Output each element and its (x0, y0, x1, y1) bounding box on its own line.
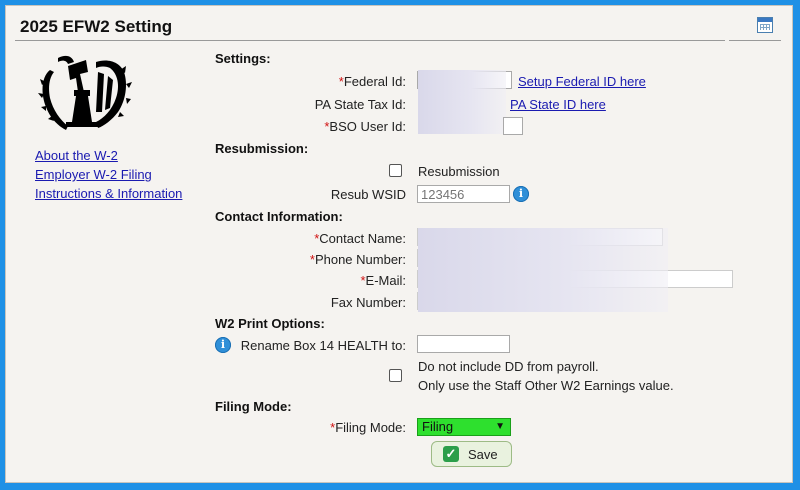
employer-w2-filing-link[interactable]: Employer W-2 Filing (35, 167, 152, 182)
contact-name-label: *Contact Name: (314, 231, 406, 246)
filing-mode-heading: Filing Mode: (215, 399, 292, 414)
resubmission-checkbox-label: Resubmission (418, 164, 500, 179)
page-title: 2025 EFW2 Setting (20, 17, 173, 36)
info-icon[interactable]: i (215, 337, 231, 353)
contact-information-heading: Contact Information: (215, 209, 343, 224)
about-w2-link[interactable]: About the W-2 (35, 148, 118, 163)
dd-exclude-line2: Only use the Staff Other W2 Earnings val… (418, 378, 674, 393)
info-icon[interactable]: i (513, 186, 529, 202)
email-label-text: E-Mail: (365, 273, 406, 288)
filing-mode-label: *Filing Mode: (330, 420, 406, 435)
filing-mode-label-text: Filing Mode: (335, 420, 406, 435)
w2-print-options-heading: W2 Print Options: (215, 316, 325, 331)
bso-user-id-label: *BSO User Id: (324, 119, 406, 134)
instructions-information-link[interactable]: Instructions & Information (35, 186, 182, 201)
checkmark-icon: ✓ (443, 446, 459, 462)
title-divider (15, 40, 725, 41)
resub-wsid-input[interactable] (417, 185, 510, 203)
rename-box14-input[interactable] (417, 335, 510, 353)
pa-state-tax-id-label: PA State Tax Id: (314, 97, 406, 112)
resub-wsid-label: Resub WSID (330, 187, 406, 202)
federal-id-label: *Federal Id: (339, 74, 406, 89)
phone-number-label-text: Phone Number: (314, 252, 406, 267)
irs-eagle-logo-icon (38, 55, 132, 130)
save-button[interactable]: ✓ Save (431, 441, 512, 467)
email-label: *E-Mail: (360, 273, 406, 288)
contact-name-label-text: Contact Name: (319, 231, 406, 246)
setup-federal-id-link[interactable]: Setup Federal ID here (518, 74, 646, 89)
federal-id-label-text: Federal Id: (343, 74, 406, 89)
bso-user-id-field[interactable] (503, 117, 523, 135)
resubmission-checkbox[interactable] (389, 164, 402, 177)
calendar-icon[interactable] (757, 17, 773, 33)
redacted-contact-block (418, 228, 668, 312)
save-button-label: Save (468, 447, 498, 462)
pa-state-id-link[interactable]: PA State ID here (510, 97, 606, 112)
dd-exclude-checkbox[interactable] (389, 369, 402, 382)
filing-mode-value: Filing (422, 419, 454, 434)
bso-user-id-label-text: BSO User Id: (329, 119, 406, 134)
rename-box14-label: Rename Box 14 HEALTH to: (240, 338, 406, 353)
filing-mode-select[interactable]: Filing ▼ (417, 418, 511, 436)
phone-number-label: *Phone Number: (310, 252, 406, 267)
resubmission-heading: Resubmission: (215, 141, 309, 156)
settings-heading: Settings: (215, 51, 271, 66)
title-divider-right (729, 40, 781, 41)
fax-number-label: Fax Number: (330, 295, 406, 310)
redacted-id-block (418, 70, 506, 134)
chevron-down-icon: ▼ (495, 421, 505, 432)
dd-exclude-line1: Do not include DD from payroll. (418, 359, 599, 374)
